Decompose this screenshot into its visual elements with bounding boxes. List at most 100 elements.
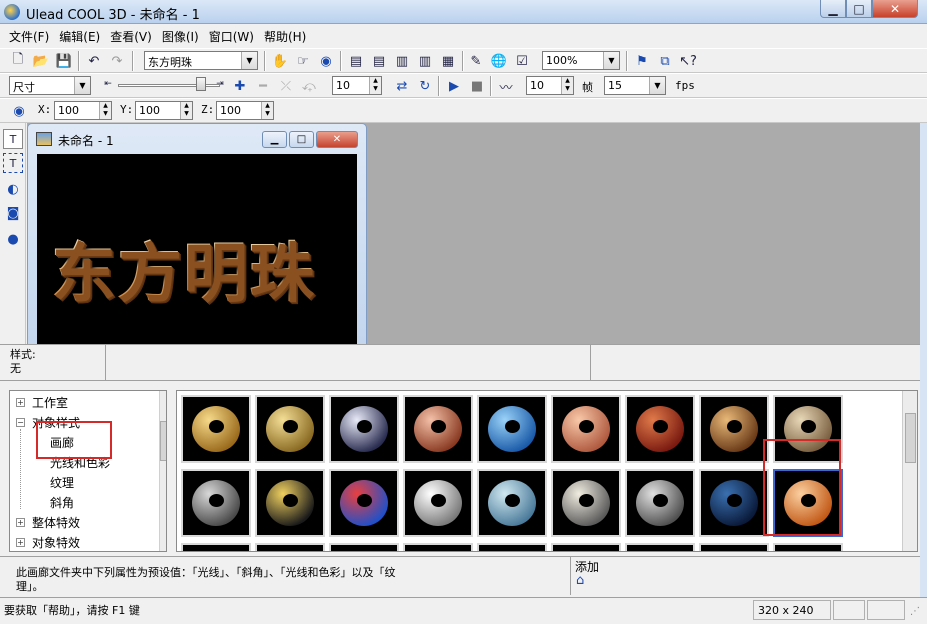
thumbnail-gold-ring[interactable]	[181, 395, 251, 463]
thumbnail-row3-a[interactable]	[181, 543, 251, 551]
pingpong-icon[interactable]: ↻	[415, 76, 435, 96]
menu-file[interactable]: 文件(F)	[4, 25, 54, 47]
tree-item-studio[interactable]: 工作室	[32, 394, 68, 411]
spin-arrows-icon[interactable]: ▲ ▼	[561, 77, 573, 94]
minimize-button[interactable]: ▁	[820, 0, 846, 18]
zoom-select[interactable]: 100% ▼	[542, 51, 620, 70]
thumbnail-black-gold-ring[interactable]	[255, 469, 325, 537]
open-folder-icon[interactable]: 📂	[31, 51, 51, 71]
edit-object-icon[interactable]: ◙	[3, 203, 23, 223]
thumbnail-chrome-ring[interactable]	[329, 395, 399, 463]
category-tree[interactable]: + 工作室 − 对象样式 画廊 光线和色彩 纹理 斜角 + 整体特效 + 对象特…	[9, 390, 167, 552]
new-file-icon[interactable]: 🗋	[8, 51, 28, 71]
export-image-icon[interactable]: ⧉	[655, 51, 675, 71]
maximize-button[interactable]: □	[846, 0, 872, 18]
reverse-icon[interactable]: ⤽	[299, 76, 319, 96]
tree-item-texture[interactable]: 纹理	[50, 474, 74, 491]
thumbnail-row3-e[interactable]	[477, 543, 547, 551]
thumbnail-leopard-ring[interactable]	[699, 395, 769, 463]
layer-back-icon[interactable]: ▥	[392, 51, 412, 71]
stop-icon[interactable]: ■	[467, 76, 487, 96]
thumbnail-row3-f[interactable]	[551, 543, 621, 551]
redo-icon[interactable]: ↷	[107, 51, 127, 71]
geometry-icon[interactable]: ●	[3, 229, 23, 249]
thumbnail-row3-i[interactable]	[773, 543, 843, 551]
layer-bottom-icon[interactable]: ▦	[438, 51, 458, 71]
attribute-select[interactable]: 尺寸 ▼	[9, 76, 91, 95]
spin-arrows-icon[interactable]: ▲ ▼	[369, 77, 381, 94]
layer-front-icon[interactable]: ▥	[415, 51, 435, 71]
thumbnail-silver-studs-ring[interactable]	[625, 469, 695, 537]
layer-middle-icon[interactable]: ▤	[369, 51, 389, 71]
web-export-icon[interactable]: ⚑	[632, 51, 652, 71]
undo-icon[interactable]: ↶	[84, 51, 104, 71]
smooth-motion-icon[interactable]: 〰	[496, 76, 516, 96]
thumbnail-multicolor-ring[interactable]	[329, 469, 399, 537]
close-button[interactable]: ✕	[872, 0, 918, 18]
thumbnail-row3-d[interactable]	[403, 543, 473, 551]
spin-arrows-icon[interactable]: ▲ ▼	[261, 102, 273, 119]
tree-scroll-thumb[interactable]	[160, 421, 166, 461]
expand-icon[interactable]: +	[16, 518, 25, 527]
move-object-icon[interactable]: ◉	[316, 51, 336, 71]
tree-item-global-effects[interactable]: 整体特效	[32, 514, 80, 531]
expand-icon[interactable]: +	[16, 398, 25, 407]
play-icon[interactable]: ▶	[444, 76, 464, 96]
thumbnail-row3-g[interactable]	[625, 543, 695, 551]
menu-image[interactable]: 图像(I)	[157, 25, 204, 47]
menu-window[interactable]: 窗口(W)	[204, 25, 259, 47]
remove-keyframe-icon[interactable]: ━	[253, 76, 273, 96]
thumbnail-gray-speckle-ring[interactable]	[181, 469, 251, 537]
thumbnail-glass-blue-ring[interactable]	[477, 469, 547, 537]
step-spinbox[interactable]: 10 ▲ ▼	[526, 76, 574, 95]
document-window[interactable]: 未命名 - 1 ▁ □ ✕ 东方明珠	[27, 123, 367, 345]
tree-scrollbar[interactable]	[159, 391, 166, 551]
collapse-icon[interactable]: −	[16, 418, 25, 427]
insert-object-icon[interactable]: ◐	[3, 179, 23, 199]
loop-icon[interactable]: ⇄	[392, 76, 412, 96]
add-to-gallery-icon[interactable]: ⌂	[576, 573, 594, 589]
thumbnail-white-marble-ring[interactable]	[403, 469, 473, 537]
tree-item-object-effects[interactable]: 对象特效	[32, 534, 80, 551]
layer-top-icon[interactable]: ▤	[346, 51, 366, 71]
doc-maximize-button[interactable]: □	[289, 131, 314, 148]
frame-spinbox[interactable]: 10 ▲ ▼	[332, 76, 382, 95]
z-spinbox[interactable]: 100 ▲ ▼	[216, 101, 274, 120]
thumbnail-blue-texture-ring[interactable]	[477, 395, 547, 463]
thumbnail-red-pattern-ring[interactable]	[625, 395, 695, 463]
add-keyframe-icon[interactable]: ✚	[230, 76, 250, 96]
gallery-scrollbar[interactable]	[902, 391, 917, 551]
3d-text-object[interactable]: 东方明珠	[51, 222, 315, 314]
x-spinbox[interactable]: 100 ▲ ▼	[54, 101, 112, 120]
insert-text-icon[interactable]: T	[3, 129, 23, 149]
spin-arrows-icon[interactable]: ▲ ▼	[99, 102, 111, 119]
tree-item-bevel[interactable]: 斜角	[50, 494, 74, 511]
menu-edit[interactable]: 编辑(E)	[54, 25, 105, 47]
menu-help[interactable]: 帮助(H)	[259, 25, 311, 47]
fps-select[interactable]: 15 ▼	[604, 76, 666, 95]
frame-slider-thumb[interactable]	[196, 77, 206, 91]
split-keyframe-icon[interactable]: ⤫	[276, 76, 296, 96]
spin-arrows-icon[interactable]: ▲ ▼	[180, 102, 192, 119]
first-frame-icon[interactable]: ⇤	[98, 74, 118, 94]
position-icon[interactable]: ◉	[9, 101, 29, 121]
save-icon[interactable]: 💾	[54, 51, 74, 71]
gallery-scroll-thumb[interactable]	[905, 413, 916, 463]
thumbnail-copper-ring[interactable]	[403, 395, 473, 463]
thumbnail-row3-b[interactable]	[255, 543, 325, 551]
thumbnail-dark-blue-ring[interactable]	[699, 469, 769, 537]
resize-grip-icon[interactable]: ⋰	[910, 606, 920, 617]
context-help-icon[interactable]: ↖?	[678, 51, 698, 71]
y-spinbox[interactable]: 100 ▲ ▼	[135, 101, 193, 120]
menu-view[interactable]: 查看(V)	[105, 25, 157, 47]
edit-text-icon[interactable]: T	[3, 153, 23, 173]
thumbnail-gold-ring-2[interactable]	[255, 395, 325, 463]
thumbnail-pearl-ring[interactable]	[551, 469, 621, 537]
image-check-icon[interactable]: ☑	[512, 51, 532, 71]
thumbnail-pink-clay-ring[interactable]	[551, 395, 621, 463]
brush-icon[interactable]: ✎	[466, 51, 486, 71]
render-canvas[interactable]: 东方明珠	[37, 154, 357, 345]
thumbnail-row3-h[interactable]	[699, 543, 769, 551]
last-frame-icon[interactable]: ⇥	[210, 74, 230, 94]
doc-minimize-button[interactable]: ▁	[262, 131, 287, 148]
